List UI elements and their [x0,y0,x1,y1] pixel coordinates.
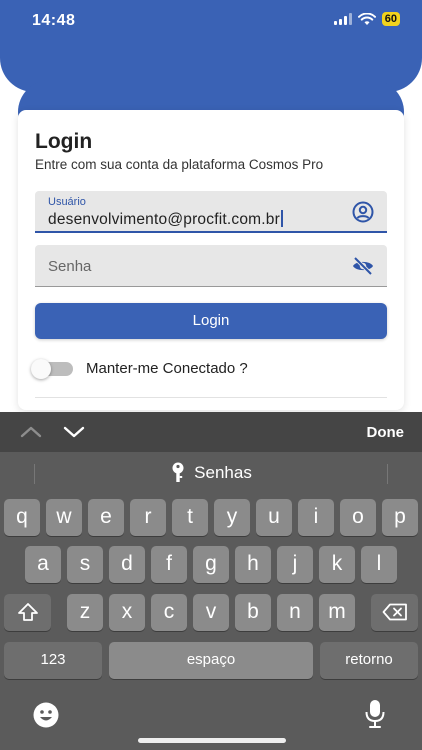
battery-icon: 60 [381,12,400,26]
home-indicator[interactable] [138,738,286,743]
eye-off-icon[interactable] [351,254,375,278]
cellular-signal-icon [333,13,352,25]
username-label: Usuário [48,196,86,208]
shift-icon [17,603,38,621]
microphone-icon[interactable] [364,699,386,729]
password-placeholder: Senha [48,258,92,275]
key-p[interactable]: p [382,499,418,536]
login-button[interactable]: Login [35,303,387,339]
login-subtitle: Entre com sua conta da plataforma Cosmos… [35,157,324,172]
status-icons: 60 [333,12,400,26]
username-input[interactable]: desenvolvimento@procfit.com.br [48,210,283,229]
key-o[interactable]: o [340,499,376,536]
key-c[interactable]: c [151,594,187,631]
wifi-icon [357,12,376,25]
key-g[interactable]: g [193,546,229,583]
key-x[interactable]: x [109,594,145,631]
key-i[interactable]: i [298,499,334,536]
chevron-down-icon[interactable] [63,422,85,442]
backspace-key[interactable] [371,594,418,631]
status-time: 14:48 [32,12,76,29]
backspace-icon [382,603,407,621]
chevron-up-icon[interactable] [20,422,42,442]
suggestion-bar: Senhas [0,452,422,494]
key-l[interactable]: l [361,546,397,583]
key-h[interactable]: h [235,546,271,583]
return-key[interactable]: retorno [320,642,418,679]
keyboard-toolbar: Done [0,412,422,452]
key-d[interactable]: d [109,546,145,583]
keyboard: Senhas q w e r t y u i o p a s d f g h j… [0,452,422,750]
remember-me-label: Manter-me Conectado ? [86,360,248,377]
key-m[interactable]: m [319,594,355,631]
numbers-key[interactable]: 123 [4,642,102,679]
key-n[interactable]: n [277,594,313,631]
key-a[interactable]: a [25,546,61,583]
key-j[interactable]: j [277,546,313,583]
key-r[interactable]: r [130,499,166,536]
toggle-knob [31,359,51,379]
shift-key[interactable] [4,594,51,631]
text-caret [280,210,283,227]
done-button[interactable]: Done [367,424,405,441]
key-icon [172,462,184,482]
key-t[interactable]: t [172,499,208,536]
password-field[interactable]: Senha [35,245,387,287]
key-y[interactable]: y [214,499,250,536]
remember-me-toggle[interactable] [31,359,73,379]
key-e[interactable]: e [88,499,124,536]
username-value: desenvolvimento@procfit.com.br [48,211,280,228]
key-u[interactable]: u [256,499,292,536]
key-s[interactable]: s [67,546,103,583]
username-field[interactable]: Usuário desenvolvimento@procfit.com.br [35,191,387,233]
user-circle-icon[interactable] [351,200,375,224]
space-key[interactable]: espaço [109,642,313,679]
key-w[interactable]: w [46,499,82,536]
emoji-icon[interactable] [32,701,60,729]
card-divider [35,397,387,398]
key-z[interactable]: z [67,594,103,631]
key-v[interactable]: v [193,594,229,631]
login-title: Login [35,130,93,153]
key-f[interactable]: f [151,546,187,583]
key-b[interactable]: b [235,594,271,631]
login-card: Login Entre com sua conta da plataforma … [18,110,404,410]
key-k[interactable]: k [319,546,355,583]
key-q[interactable]: q [4,499,40,536]
suggestion-label: Senhas [194,463,252,482]
passwords-suggestion[interactable]: Senhas [0,452,422,494]
